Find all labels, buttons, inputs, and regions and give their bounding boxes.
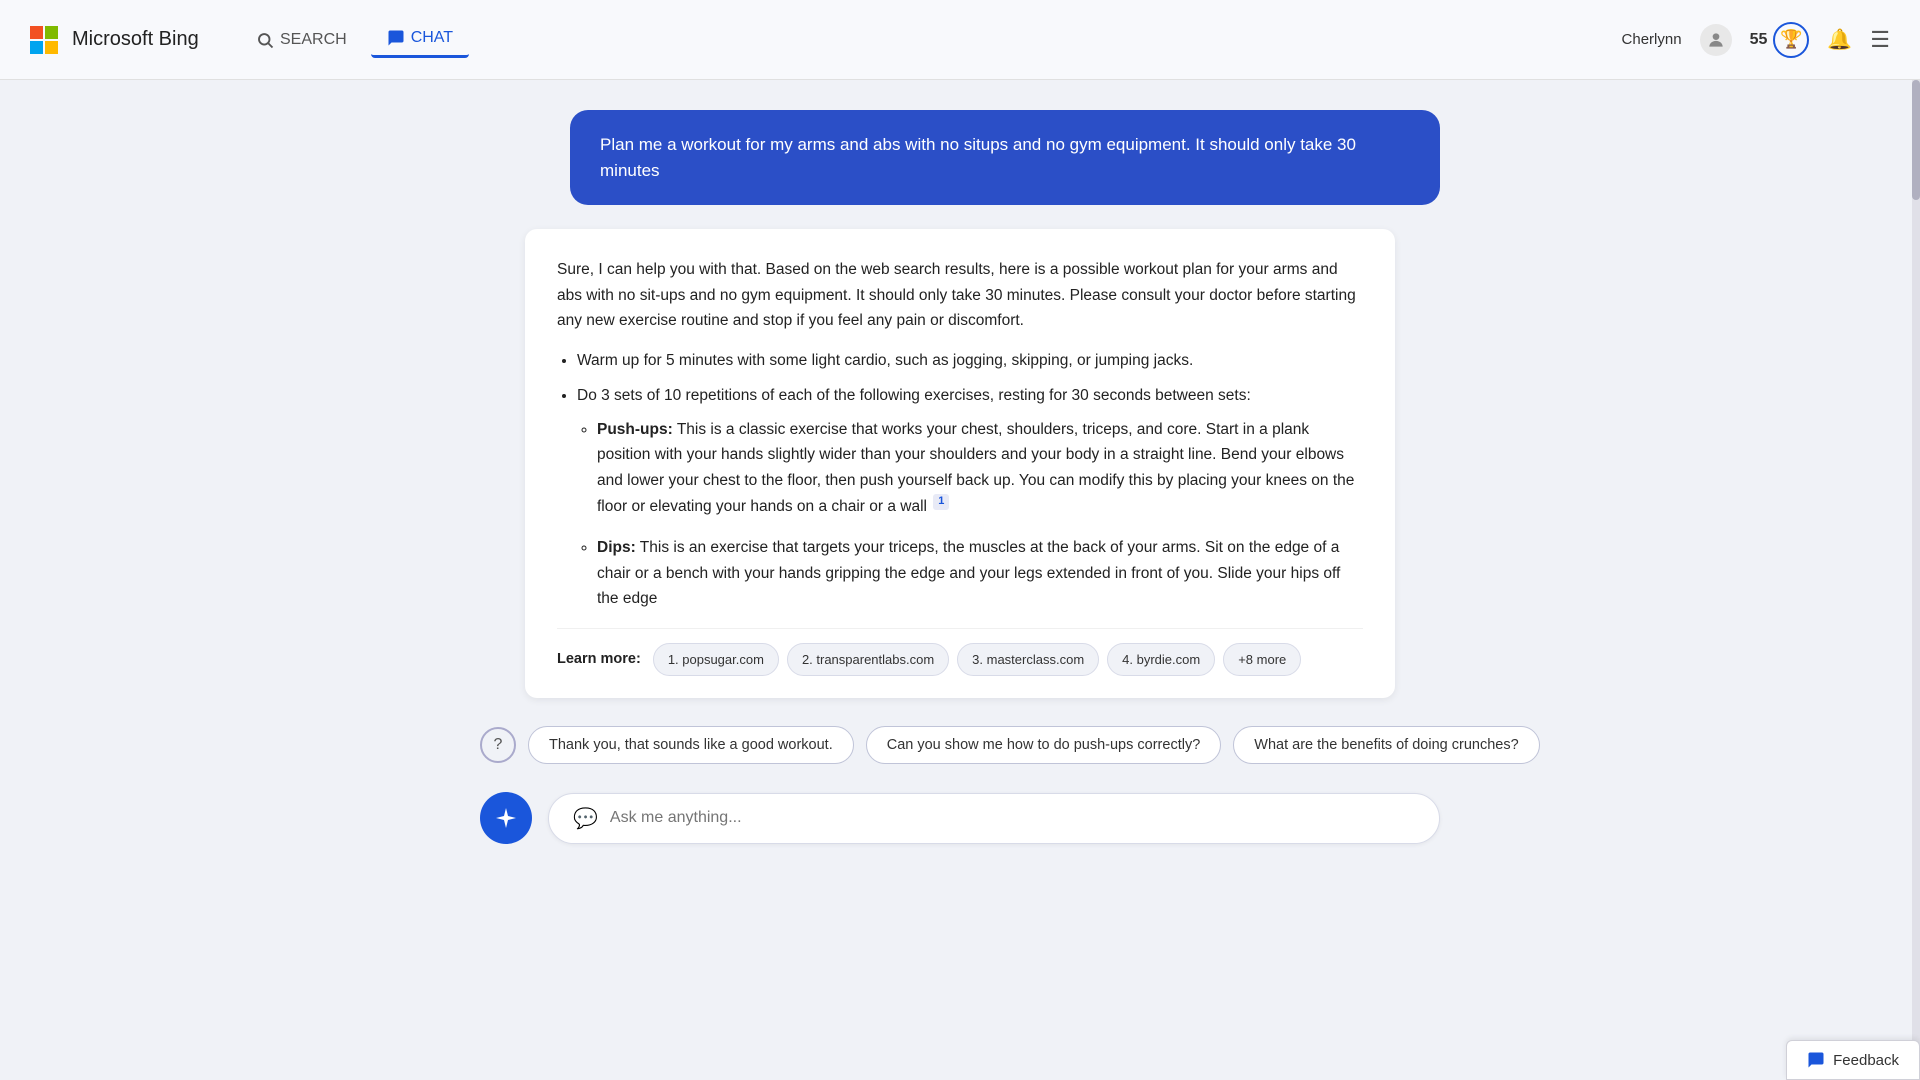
logo-text: Microsoft Bing	[72, 28, 199, 51]
bullet-1: Warm up for 5 minutes with some light ca…	[577, 348, 1363, 374]
nav-search[interactable]: SEARCH	[240, 23, 363, 57]
learn-more-label: Learn more:	[557, 648, 641, 672]
suggestion-chip-1[interactable]: Thank you, that sounds like a good worko…	[528, 726, 854, 764]
bing-bot-avatar	[480, 792, 532, 844]
learn-more-link-more[interactable]: +8 more	[1223, 643, 1301, 676]
learn-more-link-2[interactable]: 2. transparentlabs.com	[787, 643, 949, 676]
nav-bar: SEARCH CHAT	[240, 21, 469, 58]
microsoft-logo-icon	[30, 26, 58, 54]
chat-input[interactable]	[610, 809, 1415, 827]
logo-area: Microsoft Bing	[30, 26, 210, 54]
suggestion-chip-3[interactable]: What are the benefits of doing crunches?	[1233, 726, 1539, 764]
sub-bullet-list: Push-ups: This is a classic exercise tha…	[597, 417, 1363, 612]
learn-more-link-3[interactable]: 3. masterclass.com	[957, 643, 1099, 676]
suggestions-row: ? Thank you, that sounds like a good wor…	[480, 726, 1440, 764]
user-name: Cherlynn	[1622, 31, 1682, 48]
user-message-bubble: Plan me a workout for my arms and abs wi…	[570, 110, 1440, 205]
trophy-icon: 🏆	[1773, 22, 1809, 58]
bullet-2: Do 3 sets of 10 repetitions of each of t…	[577, 383, 1363, 612]
main-content: Plan me a workout for my arms and abs wi…	[460, 80, 1460, 964]
learn-more-link-1[interactable]: 1. popsugar.com	[653, 643, 779, 676]
bot-spark-icon	[492, 804, 520, 832]
search-nav-icon	[256, 31, 274, 49]
ai-intro-text: Sure, I can help you with that. Based on…	[557, 257, 1363, 334]
chat-input-box: 💬	[548, 793, 1440, 844]
header: Microsoft Bing SEARCH CHAT Cherlynn 55	[0, 0, 1920, 80]
suggestion-help-icon: ?	[480, 727, 516, 763]
learn-more-section: Learn more: 1. popsugar.com 2. transpare…	[557, 628, 1363, 676]
chat-input-row: 💬	[480, 792, 1440, 844]
notification-bell-icon[interactable]: 🔔	[1827, 27, 1852, 52]
learn-more-link-4[interactable]: 4. byrdie.com	[1107, 643, 1215, 676]
sub-bullet-dips: Dips: This is an exercise that targets y…	[597, 535, 1363, 612]
chat-nav-icon	[387, 29, 405, 47]
hamburger-menu-icon[interactable]: ☰	[1870, 27, 1890, 53]
chat-bubble-icon: 💬	[573, 806, 598, 831]
suggestion-chip-2[interactable]: Can you show me how to do push-ups corre…	[866, 726, 1222, 764]
user-avatar[interactable]	[1700, 24, 1732, 56]
score-badge: 55 🏆	[1750, 22, 1810, 58]
header-right: Cherlynn 55 🏆 🔔 ☰	[1622, 22, 1890, 58]
scroll-track	[1912, 80, 1920, 1080]
scroll-thumb[interactable]	[1912, 80, 1920, 200]
footnote-1: 1	[933, 494, 949, 510]
ai-response-card: Sure, I can help you with that. Based on…	[525, 229, 1395, 698]
sub-bullet-pushups: Push-ups: This is a classic exercise tha…	[597, 417, 1363, 519]
person-icon	[1706, 30, 1726, 50]
feedback-button[interactable]: Feedback	[1786, 1040, 1920, 1080]
feedback-label: Feedback	[1833, 1052, 1899, 1069]
feedback-icon	[1807, 1051, 1825, 1069]
nav-chat[interactable]: CHAT	[371, 21, 469, 58]
ai-bullet-list: Warm up for 5 minutes with some light ca…	[577, 348, 1363, 612]
